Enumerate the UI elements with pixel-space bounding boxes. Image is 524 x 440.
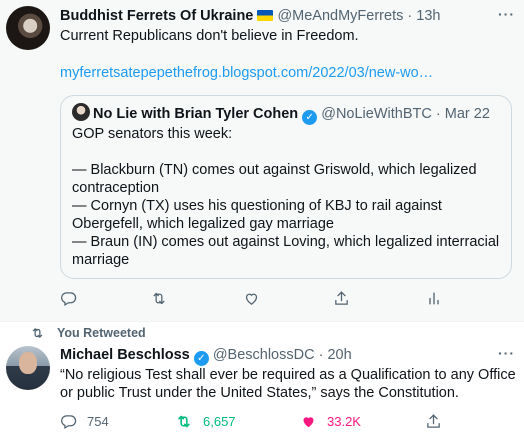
quote-line: — Braun (IN) comes out against Loving, w… (72, 234, 500, 268)
like-button[interactable]: 33.2K (300, 413, 361, 430)
quote-line: GOP senators this week: (72, 126, 233, 142)
retweet-label: You Retweeted (57, 326, 146, 340)
reply-icon (61, 292, 77, 307)
reply-button[interactable]: 754 (60, 413, 109, 430)
separator-dot: · (435, 106, 441, 122)
reply-icon (61, 415, 77, 430)
tweet-header: Buddhist Ferrets Of Ukraine @MeAndMyFerr… (60, 7, 440, 25)
like-count: 33.2K (327, 414, 361, 429)
avatar[interactable] (6, 6, 50, 50)
quote-line: — Cornyn (TX) uses his questioning of KB… (72, 198, 442, 232)
retweet-icon (153, 292, 165, 305)
author-name[interactable]: Michael Beschloss (60, 347, 190, 363)
retweet-banner: You Retweeted (30, 326, 146, 340)
like-icon (245, 293, 258, 305)
avatar[interactable] (6, 346, 50, 390)
like-icon (303, 417, 314, 428)
tweet-header: Michael Beschloss ✓ @BeschlossDC · 20h (60, 346, 352, 366)
more-icon[interactable]: ··· (498, 6, 515, 22)
tweet-time[interactable]: 20h (327, 347, 351, 363)
reply-button[interactable] (60, 290, 77, 307)
quote-date: Mar 22 (444, 106, 490, 122)
retweet-count: 6,657 (203, 414, 236, 429)
tweet-time[interactable]: 13h (416, 8, 440, 24)
verified-badge-icon: ✓ (193, 351, 209, 366)
verified-badge-icon: ✓ (302, 110, 318, 125)
timeline-feed: Buddhist Ferrets Of Ukraine @MeAndMyFerr… (0, 0, 524, 440)
author-handle[interactable]: @BeschlossDC (213, 347, 315, 363)
share-button[interactable] (333, 290, 350, 307)
quote-header: No Lie with Brian Tyler Cohen ✓ @NoLieWi… (93, 105, 490, 125)
analytics-icon (429, 292, 439, 305)
reply-count: 754 (87, 414, 109, 429)
separator-dot: · (407, 8, 413, 24)
share-icon (427, 414, 440, 428)
share-button[interactable] (425, 413, 442, 430)
separator-dot: · (318, 347, 324, 363)
like-button[interactable] (243, 290, 260, 307)
retweet-icon (178, 415, 190, 428)
tweet[interactable]: Buddhist Ferrets Of Ukraine @MeAndMyFerr… (0, 0, 524, 322)
quote-author-handle: @NoLieWithBTC (321, 106, 432, 122)
author-handle[interactable]: @MeAndMyFerrets (277, 8, 403, 24)
quoted-tweet[interactable]: No Lie with Brian Tyler Cohen ✓ @NoLieWi… (60, 95, 512, 279)
tweet-text: Current Republicans don't believe in Fre… (60, 28, 359, 44)
author-name[interactable]: Buddhist Ferrets Of Ukraine (60, 8, 253, 24)
more-icon[interactable]: ··· (498, 345, 515, 361)
retweet-icon (32, 328, 43, 338)
tweet-text: “No religious Test shall ever be require… (60, 367, 516, 401)
analytics-button[interactable] (426, 290, 442, 307)
ukraine-flag-icon (257, 10, 274, 21)
share-icon (335, 291, 348, 305)
quote-line: — Blackburn (TN) comes out against Grisw… (72, 162, 477, 196)
retweet-button[interactable] (150, 290, 168, 307)
tweet-link[interactable]: myferretsatepepethefrog.blogspot.com/202… (60, 64, 433, 82)
quote-avatar (72, 103, 90, 121)
retweet-button[interactable]: 6,657 (175, 413, 236, 430)
quote-author-name: No Lie with Brian Tyler Cohen (93, 106, 299, 122)
